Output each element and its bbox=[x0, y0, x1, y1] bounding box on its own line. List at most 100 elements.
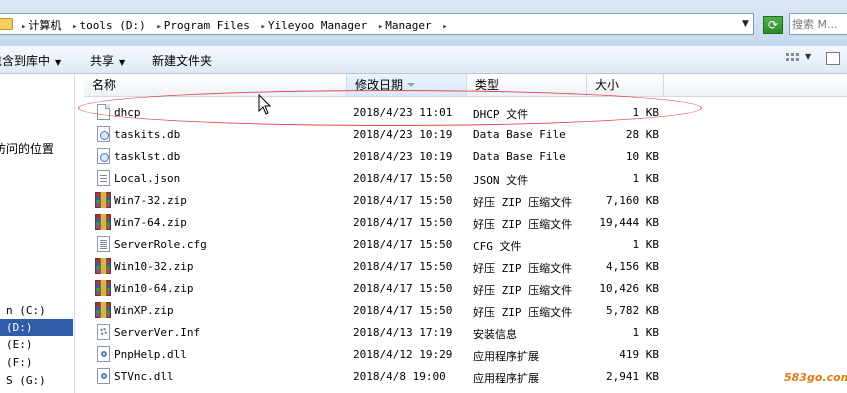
preview-pane-icon[interactable] bbox=[826, 52, 840, 65]
drive-f[interactable]: (F:) bbox=[0, 354, 73, 371]
chevron-right-icon[interactable]: ▸ bbox=[21, 22, 26, 32]
file-row[interactable]: WinXP.zip 2018/4/17 15:50 好压 ZIP 压缩文件 5,782… bbox=[84, 299, 847, 321]
file-dll-icon bbox=[97, 346, 110, 362]
file-size: 5,782 KB bbox=[606, 304, 659, 317]
file-size: 1 KB bbox=[632, 326, 660, 339]
file-date-modified: 2018/4/12 19:29 bbox=[353, 348, 453, 361]
file-name: PnpHelp.dll bbox=[114, 348, 187, 361]
column-date-modified[interactable]: 修改日期 bbox=[347, 74, 467, 96]
file-name: Win10-32.zip bbox=[114, 260, 194, 273]
new-folder-label: 新建文件夹 bbox=[152, 54, 213, 68]
chevron-right-icon[interactable]: ▸ bbox=[442, 22, 447, 32]
file-date-modified: 2018/4/23 10:19 bbox=[353, 128, 453, 141]
file-name: ServerRole.cfg bbox=[114, 238, 207, 251]
file-row[interactable]: PnpHelp.dll 2018/4/12 19:29 应用程序扩展 419 KB bbox=[84, 343, 847, 365]
file-date-modified: 2018/4/17 15:50 bbox=[353, 282, 453, 295]
view-dropdown-icon[interactable]: ▼ bbox=[805, 52, 811, 61]
file-type: Data Base File bbox=[473, 128, 566, 141]
drive-d[interactable]: (D:) bbox=[0, 319, 73, 336]
drive-c[interactable]: n (C:) bbox=[0, 302, 73, 319]
file-name: dhcp bbox=[114, 106, 141, 119]
file-dll-icon bbox=[97, 368, 110, 384]
file-size: 1 KB bbox=[632, 106, 660, 119]
file-type: CFG 文件 bbox=[473, 240, 522, 253]
file-date-modified: 2018/4/8 19:00 bbox=[353, 370, 446, 383]
breadcrumb-computer[interactable]: 计算机 bbox=[28, 19, 61, 32]
file-type: 好压 ZIP 压缩文件 bbox=[473, 284, 573, 297]
file-name: STVnc.dll bbox=[114, 370, 174, 383]
file-db-icon bbox=[97, 148, 110, 164]
drive-e[interactable]: (E:) bbox=[0, 336, 73, 353]
file-date-modified: 2018/4/17 15:50 bbox=[353, 172, 453, 185]
file-row[interactable]: ServerVer.Inf 2018/4/13 17:19 安装信息 1 KB bbox=[84, 321, 847, 343]
file-inf-icon bbox=[97, 324, 110, 340]
file-row[interactable]: ServerRole.cfg 2018/4/17 15:50 CFG 文件 1 KB bbox=[84, 233, 847, 255]
file-date-modified: 2018/4/23 10:19 bbox=[353, 150, 453, 163]
column-size[interactable]: 大小 bbox=[587, 74, 664, 96]
file-size: 7,160 KB bbox=[606, 194, 659, 207]
mouse-cursor-icon bbox=[258, 94, 272, 115]
file-row[interactable]: Win10-32.zip 2018/4/17 15:50 好压 ZIP 压缩文件 4,… bbox=[84, 255, 847, 277]
file-date-modified: 2018/4/17 15:50 bbox=[353, 238, 453, 251]
share-button[interactable]: 共享 ▼ bbox=[90, 52, 125, 69]
watermark: 583go.com bbox=[784, 371, 847, 384]
file-row[interactable]: dhcp 2018/4/23 11:01 DHCP 文件 1 KB bbox=[84, 101, 847, 123]
file-row[interactable]: STVnc.dll 2018/4/8 19:00 应用程序扩展 2,941 KB bbox=[84, 365, 847, 387]
chevron-down-icon: ▼ bbox=[119, 58, 126, 67]
column-header: 名称 修改日期 类型 大小 bbox=[84, 74, 847, 97]
file-size: 2,941 KB bbox=[606, 370, 659, 383]
file-row[interactable]: Win7-64.zip 2018/4/17 15:50 好压 ZIP 压缩文件 19,… bbox=[84, 211, 847, 233]
share-label: 共享 bbox=[90, 54, 115, 68]
column-name[interactable]: 名称 bbox=[84, 74, 347, 96]
folder-icon bbox=[0, 18, 13, 30]
chevron-right-icon[interactable]: ▸ bbox=[260, 22, 265, 32]
file-type: Data Base File bbox=[473, 150, 566, 163]
file-row[interactable]: tasklst.db 2018/4/23 10:19 Data Base File 1… bbox=[84, 145, 847, 167]
file-type: 应用程序扩展 bbox=[473, 350, 539, 363]
file-name: Win7-64.zip bbox=[114, 216, 187, 229]
file-type: 好压 ZIP 压缩文件 bbox=[473, 196, 573, 209]
drive-g[interactable]: S (G:) bbox=[0, 372, 73, 389]
file-row[interactable]: taskits.db 2018/4/23 10:19 Data Base File 2… bbox=[84, 123, 847, 145]
breadcrumb-manager[interactable]: Manager bbox=[385, 19, 431, 32]
file-zip-icon bbox=[95, 214, 111, 230]
file-size: 19,444 KB bbox=[599, 216, 659, 229]
chevron-right-icon[interactable]: ▸ bbox=[72, 22, 77, 32]
breadcrumb-drive[interactable]: tools (D:) bbox=[79, 19, 145, 32]
breadcrumb-yileyoo-manager[interactable]: Yileyoo Manager bbox=[268, 19, 367, 32]
search-box[interactable] bbox=[789, 13, 847, 35]
file-type: 好压 ZIP 压缩文件 bbox=[473, 306, 573, 319]
chevron-down-icon: ▼ bbox=[55, 58, 62, 67]
file-type: 好压 ZIP 压缩文件 bbox=[473, 218, 573, 231]
column-type[interactable]: 类型 bbox=[467, 74, 587, 96]
file-row[interactable]: Win10-64.zip 2018/4/17 15:50 好压 ZIP 压缩文件 10… bbox=[84, 277, 847, 299]
refresh-button[interactable]: ⟳ bbox=[763, 16, 783, 34]
address-bar[interactable]: ▸ 计算机 ▸ tools (D:) ▸ Program Files ▸ Yileyoo… bbox=[0, 13, 754, 35]
navigation-pane: 访问的位置 n (C:) (D:) (E:) (F:) S (G:) bbox=[0, 74, 75, 393]
file-date-modified: 2018/4/23 11:01 bbox=[353, 106, 453, 119]
new-folder-button[interactable]: 新建文件夹 bbox=[152, 52, 212, 69]
recent-places-item[interactable]: 访问的位置 bbox=[0, 140, 54, 157]
search-input[interactable] bbox=[792, 15, 847, 33]
file-type: JSON 文件 bbox=[473, 174, 529, 187]
file-doc-icon bbox=[97, 104, 110, 120]
chevron-right-icon[interactable]: ▸ bbox=[156, 22, 161, 32]
breadcrumb-program-files[interactable]: Program Files bbox=[164, 19, 250, 32]
file-zip-icon bbox=[95, 302, 111, 318]
breadcrumb: ▸ 计算机 ▸ tools (D:) ▸ Program Files ▸ Yileyoo… bbox=[19, 17, 450, 33]
file-cfg-icon bbox=[97, 236, 110, 252]
file-row[interactable]: Local.json 2018/4/17 15:50 JSON 文件 1 KB bbox=[84, 167, 847, 189]
include-in-library-button[interactable]: 包含到库中 ▼ bbox=[0, 52, 61, 69]
view-options-icon[interactable] bbox=[786, 53, 800, 65]
file-row[interactable]: Win7-32.zip 2018/4/17 15:50 好压 ZIP 压缩文件 7,1… bbox=[84, 189, 847, 211]
address-history-dropdown-icon[interactable]: ▼ bbox=[742, 19, 749, 29]
chevron-right-icon[interactable]: ▸ bbox=[378, 22, 383, 32]
file-size: 10,426 KB bbox=[599, 282, 659, 295]
file-type: 安装信息 bbox=[473, 328, 517, 341]
file-name: tasklst.db bbox=[114, 150, 181, 163]
file-name: WinXP.zip bbox=[114, 304, 174, 317]
file-name: taskits.db bbox=[114, 128, 181, 141]
file-size: 1 KB bbox=[632, 238, 660, 251]
file-date-modified: 2018/4/17 15:50 bbox=[353, 216, 453, 229]
file-date-modified: 2018/4/13 17:19 bbox=[353, 326, 453, 339]
